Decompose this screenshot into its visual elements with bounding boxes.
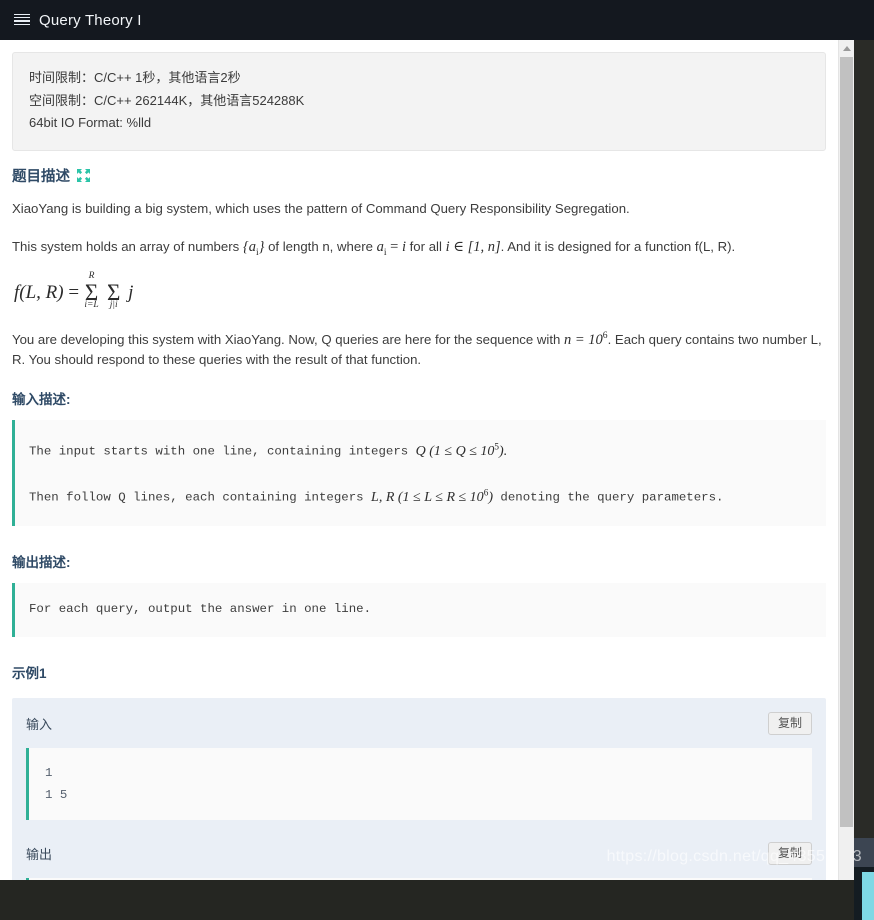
example-output-label: 输出 xyxy=(26,844,52,863)
description-heading: 题目描述 xyxy=(12,165,826,186)
formula-tail: j xyxy=(128,282,133,303)
example-input-line-2: 1 5 xyxy=(45,784,812,806)
input-desc-line2-math: L, R (1 ≤ L ≤ R ≤ 106) xyxy=(371,490,493,505)
example-input-line-1: 1 xyxy=(45,762,812,784)
output-description-heading: 输出描述: xyxy=(12,551,826,571)
description-paragraph-2: This system holds an array of numbers {{… xyxy=(12,237,826,262)
formula-sum-inner: Σj|i xyxy=(107,280,120,306)
copy-input-button[interactable]: 复制 xyxy=(768,712,812,735)
desc-p2-math-array: {{aai} xyxy=(243,239,265,255)
desc-p2-part-d: . And it is designed for a function f(L,… xyxy=(501,239,736,254)
input-desc-line2-text: Then follow Q lines, each containing int… xyxy=(29,491,371,505)
formula-sum1-upper: R xyxy=(89,271,95,281)
output-desc-line-1: For each query, output the answer in one… xyxy=(29,599,812,619)
scroll-up-arrow-icon[interactable] xyxy=(839,40,854,56)
formula-equals: = xyxy=(68,282,79,303)
description-paragraph-1: XiaoYang is building a big system, which… xyxy=(12,199,826,218)
description-heading-label: 题目描述 xyxy=(12,165,70,186)
example-title: 示例1 xyxy=(12,662,826,682)
gutter-slate-strip xyxy=(854,838,874,867)
right-gutter xyxy=(854,40,874,880)
function-formula: f(L, R) = ΣRi=L Σj|i j xyxy=(12,280,826,306)
page-title: Query Theory I xyxy=(39,12,142,29)
gutter-teal-accent xyxy=(862,872,874,920)
list-lines-icon xyxy=(14,14,30,27)
formula-sum-outer: ΣRi=L xyxy=(85,280,98,306)
description-paragraph-3: You are developing this system with Xiao… xyxy=(12,326,826,369)
example-panel: 输入 复制 1 1 5 输出 复制 21 说明 xyxy=(12,698,826,880)
example-input-label: 输入 xyxy=(26,714,52,733)
copy-output-button[interactable]: 复制 xyxy=(768,842,812,865)
example-input-header: 输入 复制 xyxy=(26,712,812,748)
desc-p3-part-a: You are developing this system with Xiao… xyxy=(12,332,564,347)
time-limit-text: 时间限制：C/C++ 1秒，其他语言2秒 xyxy=(29,67,809,90)
expand-arrows-icon[interactable] xyxy=(77,169,90,182)
input-desc-line2-tail: denoting the query parameters. xyxy=(493,491,724,505)
desc-p2-math-ai-eq-i: ai = i xyxy=(377,239,406,255)
input-desc-line1-math: Q (1 ≤ Q ≤ 105). xyxy=(416,444,508,459)
formula-lhs: f(L, R) xyxy=(14,282,64,303)
problem-limits-box: 时间限制：C/C++ 1秒，其他语言2秒 空间限制：C/C++ 262144K，… xyxy=(12,52,826,151)
desc-p2-math-interval: i ∈ [1, n] xyxy=(446,239,501,255)
input-desc-line-1: The input starts with one line, containi… xyxy=(29,436,812,462)
input-description-block: The input starts with one line, containi… xyxy=(12,420,826,525)
top-header-bar: Query Theory I xyxy=(0,0,874,40)
input-description-heading: 输入描述: xyxy=(12,388,826,408)
example-output-header: 输出 复制 xyxy=(26,842,812,878)
formula-sum1-lower: i=L xyxy=(84,300,98,310)
io-format-text: 64bit IO Format: %lld xyxy=(29,112,809,135)
desc-p2-part-c: for all xyxy=(406,239,446,254)
desc-p2-part-b: of length n, where xyxy=(264,239,376,254)
desc-p3-math-n: n = 106 xyxy=(564,332,608,348)
desc-p2-part-a: This system holds an array of numbers xyxy=(12,239,243,254)
scrollbar-thumb[interactable] xyxy=(840,57,853,827)
input-desc-line1-text: The input starts with one line, containi… xyxy=(29,445,416,459)
gutter-dark-strip xyxy=(854,40,874,838)
memory-limit-text: 空间限制：C/C++ 262144K，其他语言524288K xyxy=(29,90,809,113)
formula-sum2-lower: j|i xyxy=(110,300,118,310)
input-desc-line-2: Then follow Q lines, each containing int… xyxy=(29,482,812,508)
problem-content-panel: 时间限制：C/C++ 1秒，其他语言2秒 空间限制：C/C++ 262144K，… xyxy=(0,40,838,880)
output-description-block: For each query, output the answer in one… xyxy=(12,583,826,637)
example-input-code: 1 1 5 xyxy=(26,748,812,820)
vertical-scrollbar[interactable] xyxy=(838,40,854,880)
